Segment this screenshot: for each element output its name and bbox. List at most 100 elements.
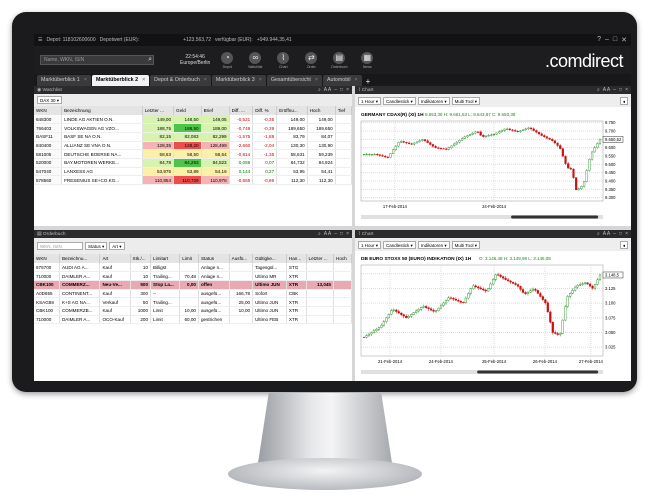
close-tab-icon[interactable]: × (355, 77, 358, 84)
tool-select[interactable]: Multi Tool ▾ (451, 240, 481, 249)
minimize-panel-icon[interactable]: – (613, 87, 616, 93)
toolbar-news-button[interactable]: ▦ News (356, 51, 378, 69)
toolbar-order-button[interactable]: ⇄ Order (300, 51, 322, 69)
table-row[interactable]: 766403 VOLKSWAGEN AG VZO... 188,75 188,50 18… (34, 123, 352, 133)
minimize-panel-icon[interactable]: – (334, 87, 337, 93)
tab-depot-orderbuch[interactable]: Depot & Orderbuch × (150, 75, 211, 86)
column-header[interactable]: Bezeichnu... (59, 254, 101, 263)
add-tab-icon[interactable]: + (363, 77, 374, 86)
font-size-icon[interactable]: A A (603, 231, 611, 237)
maximize-icon[interactable]: □ (613, 36, 617, 44)
maximize-panel-icon[interactable]: □ (619, 87, 622, 93)
search-input[interactable]: Name, WKN, ISIN ⌕ (40, 55, 154, 65)
minimize-panel-icon[interactable]: – (334, 231, 337, 237)
interval-select[interactable]: 1 Hour ▾ (358, 240, 382, 249)
table-row[interactable]: 840400 ALLIANZ SE VNA O.N. 128,35 128,20 128… (34, 141, 352, 151)
indicators-select[interactable]: Indikatoren ▾ (417, 96, 450, 105)
index-select[interactable]: DAX 30 ▾ (37, 96, 63, 104)
zoom-icon[interactable]: ⌕ (318, 231, 321, 237)
table-row[interactable]: KSAG88 K+S AG NA... Verkauf 50 Trailing... au… (34, 297, 352, 307)
zoom-icon[interactable]: ⌕ (597, 231, 600, 237)
font-size-icon[interactable]: A A (324, 231, 332, 237)
tab-gesamtuebersicht[interactable]: Gesamtübersicht × (266, 75, 322, 86)
table-row[interactable]: CBK100 COMMERZB... Kauf 1000 Limit 10,00 ausge… (34, 306, 352, 316)
maximize-panel-icon[interactable]: □ (619, 231, 622, 237)
table-row[interactable]: 547040 LANXESS AG 53,975 53,89 54,16 0,144 0,2… (34, 167, 352, 177)
column-header[interactable]: Diff. % (252, 106, 278, 115)
tool-select[interactable]: Multi Tool ▾ (451, 96, 481, 105)
column-header[interactable]: Limit (179, 254, 199, 263)
close-panel-icon[interactable]: × (625, 87, 628, 93)
tab-marktueberblick-3[interactable]: Marktüberblick 3 × (211, 75, 266, 86)
close-tab-icon[interactable]: × (142, 77, 145, 84)
column-header[interactable]: Limitart (150, 254, 181, 263)
cdax-chart[interactable]: GERMANY CDAX(R) (XI) 1H 9.653,36 H: 9.661… (355, 107, 631, 221)
table-row[interactable]: 710000 DAIMLER A... OCO-Kauf 200 Limit 60,00 g… (34, 315, 352, 325)
table-row[interactable]: 578560 FRESENIUS SE+CO.KG... 110,854 110,72… (34, 175, 352, 185)
column-header[interactable]: Letzter ... (142, 106, 175, 115)
column-header[interactable]: Bezeichnung (61, 106, 143, 115)
column-header[interactable]: Hoch (307, 106, 336, 115)
tab-marktueberblick-2[interactable]: Marktüberblick 2 × (91, 75, 150, 86)
close-tab-icon[interactable]: × (84, 77, 87, 84)
table-row[interactable]: 520000 BAY.MOTOREN WERKE... 84,78 84,253 84,… (34, 158, 352, 168)
column-header[interactable]: Status (198, 254, 230, 263)
zoom-icon[interactable]: ⌕ (597, 87, 600, 93)
table-cell: -0,814 (229, 149, 254, 159)
table-row[interactable]: A0D655 CONTINENT... Kauf 300 -- ausgefü... 166… (34, 289, 352, 299)
column-header[interactable]: Geld (173, 106, 202, 115)
close-tab-icon[interactable]: × (204, 77, 207, 84)
column-header[interactable]: Ausfü... (229, 254, 254, 263)
table-row[interactable]: CBK100 COMMERZ... Neu-Ve... 500 Stop La... 0,… (34, 280, 352, 290)
toolbar-depot-button[interactable]: ◔ Depot (216, 51, 238, 69)
toolbar-chart-button[interactable]: ⌇ Chart (272, 51, 294, 69)
column-header[interactable]: Diff. ... (229, 106, 254, 115)
style-select[interactable]: Candlestick ▾ (383, 240, 416, 249)
minimize-icon[interactable]: – (605, 36, 609, 44)
close-panel-icon[interactable]: × (625, 231, 628, 237)
chart-menu-button[interactable]: ◂ (619, 240, 628, 249)
orderbook-search-input[interactable]: WKN, ISIN (37, 242, 83, 250)
close-tab-icon[interactable]: × (315, 77, 318, 84)
close-panel-icon[interactable]: × (346, 87, 349, 93)
search-icon[interactable]: ⌕ (148, 56, 152, 64)
status-filter[interactable]: Status ▾ (85, 242, 108, 250)
column-header[interactable]: Han... (286, 254, 307, 263)
close-icon[interactable]: ✕ (621, 36, 627, 44)
font-size-icon[interactable]: A A (603, 87, 611, 93)
column-header[interactable]: Hoch (333, 254, 352, 263)
column-header[interactable]: Brief (201, 106, 230, 115)
table-row[interactable]: BASF11 BASF SE NA O.N. 82,15 82,083 82,299 -1… (34, 132, 352, 142)
close-panel-icon[interactable]: × (346, 231, 349, 237)
table-row[interactable]: 675700 AUDI AG A... Kauf 10 Billigst Anlage n… (34, 263, 352, 273)
zoom-icon[interactable]: ⌕ (318, 87, 321, 93)
eurostoxx-chart[interactable]: DB EURO STOXX 50 (EURO) INDIKATION (IX) … (355, 251, 631, 376)
table-row[interactable]: 710000 DAIMLER A... Kauf 10 Trailing... 70,48… (34, 271, 352, 281)
column-header[interactable]: Gültigke... (252, 254, 287, 263)
column-header[interactable]: WKN (34, 254, 60, 263)
style-select[interactable]: Candlestick ▾ (383, 96, 416, 105)
table-row[interactable]: 648300 LINDE AG AKTIEN O.N. 149,00 148,50 14… (34, 115, 352, 125)
close-tab-icon[interactable]: × (259, 77, 262, 84)
menu-icon[interactable]: ☰ (38, 37, 42, 43)
column-header[interactable]: Eröffnu... (276, 106, 308, 115)
font-size-icon[interactable]: A A (324, 87, 332, 93)
column-header[interactable]: Art (99, 254, 131, 263)
maximize-panel-icon[interactable]: □ (340, 231, 343, 237)
column-header[interactable]: WKN (34, 106, 63, 115)
column-header[interactable]: Tief (335, 106, 352, 115)
art-filter[interactable]: Art ▾ (109, 242, 125, 250)
minimize-panel-icon[interactable]: – (613, 231, 616, 237)
toolbar-watchlist-button[interactable]: ∞ Watchlist (244, 51, 266, 69)
interval-select[interactable]: 1 Hour ▾ (358, 96, 382, 105)
help-icon[interactable]: ? (597, 36, 601, 44)
maximize-panel-icon[interactable]: □ (340, 87, 343, 93)
chart-menu-button[interactable]: ◂ (619, 96, 628, 105)
toolbar-orderbuch-button[interactable]: ▤ Orderbuch (328, 51, 350, 69)
table-row[interactable]: 581005 DEUTSCHE BOERSE NA... 58,63 58,50 58,… (34, 149, 352, 159)
column-header[interactable]: Stk./... (130, 254, 152, 263)
indicators-select[interactable]: Indikatoren ▾ (417, 240, 450, 249)
tab-marktueberblick-1[interactable]: Marktüberblick 1 × (37, 75, 91, 86)
tab-automobil[interactable]: Automobil × (322, 75, 362, 86)
column-header[interactable]: Letzter ... (306, 254, 335, 263)
